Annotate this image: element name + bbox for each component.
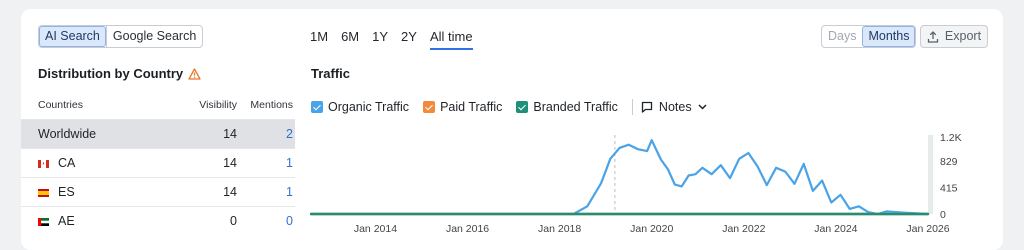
search-source-toggle: AI Search Google Search	[38, 25, 204, 48]
traffic-chart[interactable]: 0 415 829 1.2K Jan 2014 Jan 2016 Jan 2018 Jan 2…	[310, 127, 993, 245]
table-row[interactable]: ES 14 1	[21, 177, 295, 206]
ai-search-tab[interactable]: AI Search	[39, 26, 106, 47]
notes-label: Notes	[658, 100, 692, 114]
y-tick-label: 1.2K	[940, 132, 962, 144]
mentions-link[interactable]: 0	[263, 207, 293, 236]
chevron-down-icon	[698, 104, 707, 110]
x-tick-label: Jan 2024	[814, 223, 857, 235]
col-visibility: Visibility	[199, 99, 237, 111]
x-tick-label: Jan 2016	[446, 223, 489, 235]
y-tick-label: 0	[940, 209, 946, 221]
visibility-value: 14	[223, 127, 237, 141]
distribution-header: Distribution by Country	[38, 66, 201, 81]
uae-flag-icon	[38, 217, 49, 226]
organic-checkbox-icon[interactable]	[311, 101, 323, 113]
paid-checkbox-icon[interactable]	[423, 101, 436, 113]
legend-organic[interactable]: Organic Traffic	[311, 100, 409, 114]
notes-dropdown[interactable]: Notes	[641, 100, 707, 114]
country-cell: CA	[38, 149, 75, 178]
range-all-time[interactable]: All time	[429, 28, 473, 50]
x-tick-label: Jan 2020	[630, 223, 673, 235]
x-tick-label: Jan 2018	[538, 223, 581, 235]
table-row[interactable]: AE 0 0	[21, 206, 295, 235]
x-tick-label: Jan 2026	[906, 223, 949, 235]
days-button[interactable]: Days	[822, 26, 862, 47]
country-name: Worldwide	[38, 127, 97, 141]
current-period-strip	[928, 135, 933, 214]
country-cell: AE	[38, 207, 75, 236]
legend-branded[interactable]: Branded Traffic	[516, 100, 618, 114]
legend-divider	[631, 99, 633, 115]
traffic-card: AI Search Google Search 1M 6M 1Y 2Y All …	[21, 9, 1003, 250]
country-name: AE	[58, 214, 75, 228]
distribution-table: Countries Visibility Mentions Worldwide …	[21, 94, 295, 235]
legend-paid[interactable]: Paid Traffic	[423, 100, 502, 114]
table-row[interactable]: CA 14 1	[21, 148, 295, 177]
mentions-link[interactable]: 1	[263, 149, 293, 178]
visibility-value: 0	[230, 214, 237, 228]
legend-label: Branded Traffic	[533, 100, 618, 114]
visibility-value: 14	[223, 156, 237, 170]
spain-flag-icon	[38, 188, 49, 197]
google-search-tab[interactable]: Google Search	[105, 26, 202, 47]
comment-icon	[641, 101, 653, 113]
col-countries: Countries	[38, 99, 83, 111]
y-tick-label: 829	[940, 156, 958, 168]
granularity-toggle: Days Months	[821, 25, 917, 48]
legend-label: Organic Traffic	[328, 100, 410, 114]
country-name: ES	[58, 185, 75, 199]
mentions-link[interactable]: 2	[263, 120, 293, 149]
x-tick-label: Jan 2022	[722, 223, 765, 235]
country-name: CA	[58, 156, 76, 170]
months-button[interactable]: Months	[862, 26, 916, 47]
range-1y[interactable]: 1Y	[372, 28, 388, 50]
warning-icon[interactable]	[188, 67, 201, 80]
traffic-legend: Organic Traffic Paid Traffic Branded Tra…	[311, 99, 707, 115]
x-tick-label: Jan 2014	[354, 223, 397, 235]
export-button[interactable]: Export	[920, 25, 988, 48]
mentions-link[interactable]: 1	[263, 178, 293, 207]
export-label: Export	[944, 29, 982, 43]
canada-flag-icon	[38, 159, 49, 168]
time-range-tabs: 1M 6M 1Y 2Y All time	[310, 28, 486, 50]
distribution-title: Distribution by Country	[38, 66, 184, 81]
range-6m[interactable]: 6M	[341, 28, 359, 50]
range-2y[interactable]: 2Y	[401, 28, 417, 50]
legend-label: Paid Traffic	[440, 100, 503, 114]
table-header: Countries Visibility Mentions	[21, 94, 295, 119]
y-tick-label: 415	[940, 182, 958, 194]
organic-traffic-line	[310, 139, 930, 216]
col-mentions: Mentions	[250, 99, 293, 111]
visibility-value: 14	[223, 185, 237, 199]
country-cell: ES	[38, 178, 75, 207]
upload-icon	[927, 30, 939, 43]
branded-checkbox-icon[interactable]	[516, 101, 529, 113]
traffic-title: Traffic	[311, 66, 351, 81]
table-row[interactable]: Worldwide 14 2	[21, 119, 295, 148]
range-1m[interactable]: 1M	[310, 28, 328, 50]
